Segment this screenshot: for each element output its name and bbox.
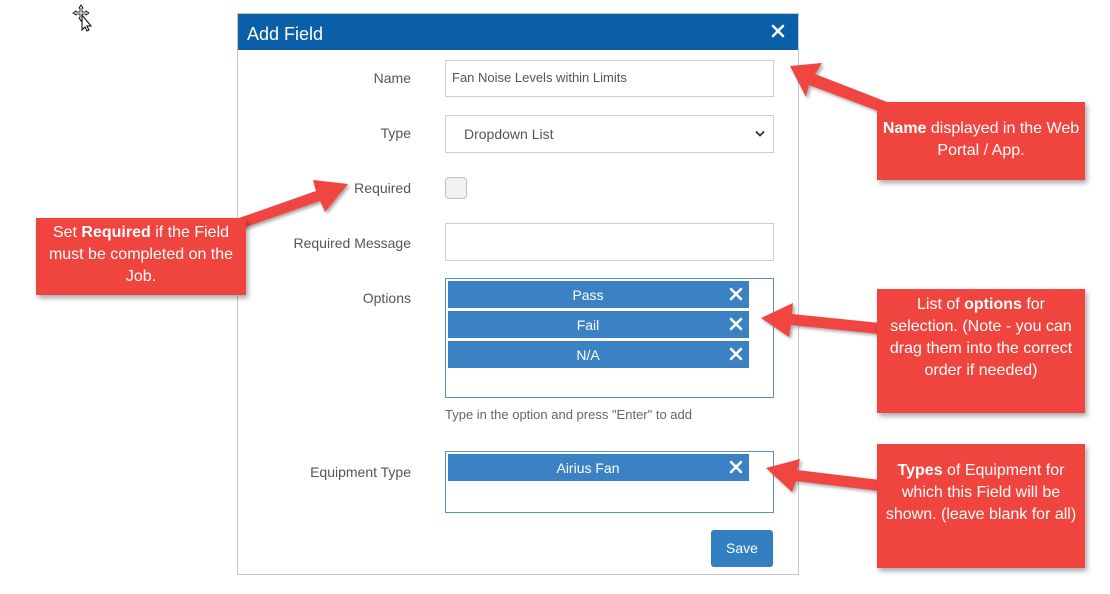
options-callout-bold: options bbox=[964, 296, 1022, 313]
arrow-to-types bbox=[766, 459, 880, 492]
types-callout: Types of Equipment for which this Field … bbox=[877, 444, 1085, 568]
required-callout: Set Required if the Field must be comple… bbox=[36, 218, 246, 295]
types-callout-bold: Types bbox=[897, 462, 943, 479]
name-callout-bold: Name bbox=[882, 120, 927, 137]
required-callout-pre: Set bbox=[52, 224, 82, 241]
name-callout-text: displayed in the Web Portal / App. bbox=[926, 120, 1080, 159]
options-callout-pre: List of bbox=[916, 296, 965, 313]
name-callout: Name displayed in the Web Portal / App. bbox=[877, 102, 1085, 180]
arrow-to-required bbox=[239, 180, 348, 228]
arrow-to-options bbox=[761, 303, 880, 337]
options-callout: List of options for selection. (Note - y… bbox=[877, 289, 1085, 413]
required-callout-bold: Required bbox=[81, 224, 151, 241]
